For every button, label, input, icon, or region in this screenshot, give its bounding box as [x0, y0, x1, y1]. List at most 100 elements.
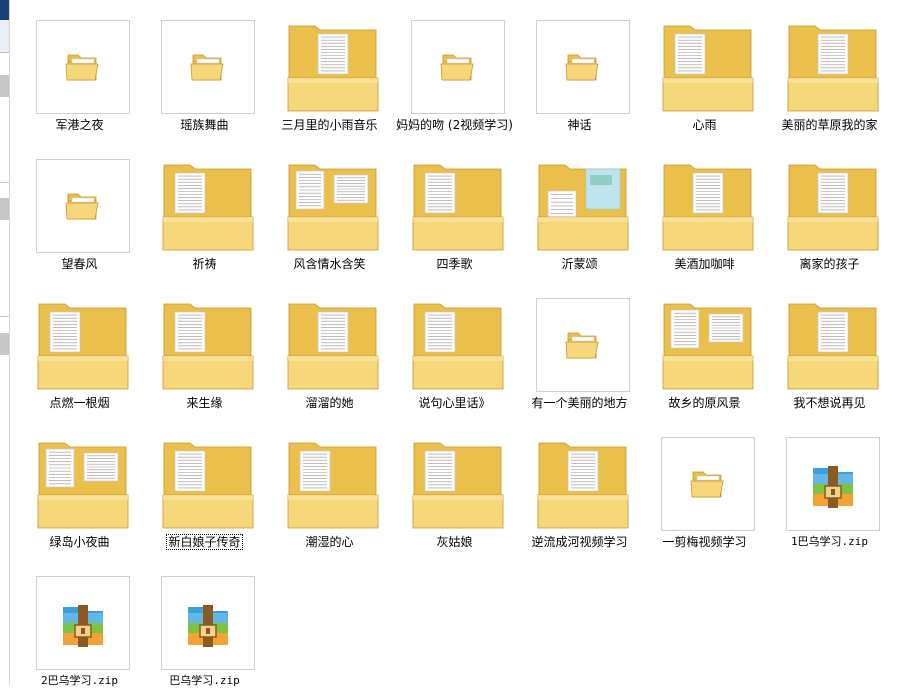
item-label: 有一个美丽的地方: [511, 395, 648, 411]
folder-item[interactable]: 瑶族舞曲: [136, 0, 261, 139]
folder-item[interactable]: 一剪梅视频学习: [636, 417, 761, 556]
item-thumbnail[interactable]: [161, 20, 255, 114]
item-label-text: 潮湿的心: [305, 535, 354, 549]
folder-item[interactable]: 点燃一根烟: [11, 278, 136, 417]
folder-item[interactable]: 潮湿的心: [261, 417, 386, 556]
navigation-pane-edge[interactable]: [0, 0, 10, 686]
folder-preview-icon: [287, 25, 379, 112]
item-thumbnail[interactable]: [161, 576, 255, 670]
folder-icon: [190, 54, 224, 81]
item-label-text: 故乡的原风景: [668, 396, 741, 410]
folder-preview-icon: [287, 164, 379, 251]
folder-preview-icon: [37, 303, 129, 390]
item-thumbnail[interactable]: [286, 159, 380, 253]
folder-item[interactable]: 故乡的原风景: [636, 278, 761, 417]
item-label: 逆流成河视频学习: [511, 534, 648, 550]
item-thumbnail[interactable]: [411, 437, 505, 531]
folder-item[interactable]: 风含情水含笑: [261, 139, 386, 278]
folder-item[interactable]: 逆流成河视频学习: [511, 417, 636, 556]
folder-preview-icon: [787, 303, 879, 390]
folder-item[interactable]: 心雨: [636, 0, 761, 139]
item-label-text: 离家的孩子: [799, 257, 860, 271]
item-label: 新白娘子传奇: [136, 534, 273, 550]
item-thumbnail[interactable]: [661, 20, 755, 114]
folder-item[interactable]: 新白娘子传奇: [136, 417, 261, 556]
folder-item[interactable]: 美酒加咖啡: [636, 139, 761, 278]
item-thumbnail[interactable]: [786, 20, 880, 114]
item-label: 军港之夜: [11, 117, 148, 133]
item-label-text: 绿岛小夜曲: [49, 535, 110, 549]
folder-item[interactable]: 望春风: [11, 139, 136, 278]
folder-preview-icon: [162, 164, 254, 251]
item-thumbnail[interactable]: [536, 437, 630, 531]
folder-item[interactable]: 我不想说再见: [761, 278, 886, 417]
nav-scroll-marker: [0, 198, 9, 220]
item-thumbnail[interactable]: [536, 20, 630, 114]
folder-item[interactable]: 有一个美丽的地方: [511, 278, 636, 417]
item-label: 来生缘: [136, 395, 273, 411]
item-thumbnail[interactable]: [661, 437, 755, 531]
item-thumbnail[interactable]: [411, 159, 505, 253]
item-label: 灰姑娘: [386, 534, 523, 550]
item-thumbnail[interactable]: [286, 20, 380, 114]
folder-item[interactable]: 美丽的草原我的家: [761, 0, 886, 139]
item-label: 1巴乌学习.zip: [761, 534, 898, 550]
item-thumbnail[interactable]: [786, 298, 880, 392]
folder-item[interactable]: 来生缘: [136, 278, 261, 417]
folder-item[interactable]: 绿岛小夜曲: [11, 417, 136, 556]
item-thumbnail[interactable]: [161, 437, 255, 531]
zip-file-item[interactable]: 1巴乌学习.zip: [761, 417, 886, 556]
folder-preview-icon: [287, 442, 379, 529]
item-thumbnail[interactable]: [411, 298, 505, 392]
item-label: 四季歌: [386, 256, 523, 272]
folder-item[interactable]: 溜溜的她: [261, 278, 386, 417]
item-label-text: 有一个美丽的地方: [531, 396, 628, 410]
nav-scroll-marker: [0, 75, 9, 97]
item-label: 巴乌学习.zip: [136, 673, 273, 689]
item-thumbnail[interactable]: [36, 20, 130, 114]
item-thumbnail[interactable]: [286, 437, 380, 531]
item-label-text: 说句心里话》: [418, 396, 491, 410]
item-thumbnail[interactable]: [411, 20, 505, 114]
item-thumbnail[interactable]: [536, 298, 630, 392]
zip-file-item[interactable]: 巴乌学习.zip: [136, 556, 261, 695]
item-thumbnail[interactable]: [536, 159, 630, 253]
item-label-text: 美酒加咖啡: [674, 257, 735, 271]
folder-item[interactable]: 三月里的小雨音乐: [261, 0, 386, 139]
item-thumbnail[interactable]: [36, 576, 130, 670]
item-thumbnail[interactable]: [161, 159, 255, 253]
item-thumbnail[interactable]: [661, 298, 755, 392]
item-label-text: 四季歌: [436, 257, 473, 271]
folder-item[interactable]: 军港之夜: [11, 0, 136, 139]
item-thumbnail[interactable]: [161, 298, 255, 392]
nav-selected-item[interactable]: [0, 20, 9, 53]
folder-item[interactable]: 离家的孩子: [761, 139, 886, 278]
folder-item[interactable]: 祈祷: [136, 139, 261, 278]
item-label-text: 1巴乌学习.zip: [790, 535, 869, 548]
nav-divider: [0, 316, 9, 317]
folder-item[interactable]: 四季歌: [386, 139, 511, 278]
item-label-text: 沂蒙颂: [561, 257, 598, 271]
item-label: 溜溜的她: [261, 395, 398, 411]
zip-file-item[interactable]: 2巴乌学习.zip: [11, 556, 136, 695]
item-label-text: 点燃一根烟: [49, 396, 110, 410]
item-thumbnail[interactable]: [786, 159, 880, 253]
folder-item[interactable]: 说句心里话》: [386, 278, 511, 417]
folder-item[interactable]: 沂蒙颂: [511, 139, 636, 278]
item-thumbnail[interactable]: [786, 437, 880, 531]
folder-icon: [690, 471, 724, 498]
item-label-text: 心雨: [692, 118, 717, 132]
folder-item[interactable]: 妈妈的吻 (2视频学习): [386, 0, 513, 139]
item-label: 风含情水含笑: [261, 256, 398, 272]
item-label: 故乡的原风景: [636, 395, 773, 411]
folder-item[interactable]: 神话: [511, 0, 636, 139]
item-label-text: 2巴乌学习.zip: [40, 674, 119, 687]
item-label-text: 我不想说再见: [793, 396, 866, 410]
item-thumbnail[interactable]: [36, 298, 130, 392]
item-thumbnail[interactable]: [286, 298, 380, 392]
item-label: 离家的孩子: [761, 256, 898, 272]
folder-item[interactable]: 灰姑娘: [386, 417, 511, 556]
item-thumbnail[interactable]: [36, 159, 130, 253]
item-thumbnail[interactable]: [36, 437, 130, 531]
item-thumbnail[interactable]: [661, 159, 755, 253]
